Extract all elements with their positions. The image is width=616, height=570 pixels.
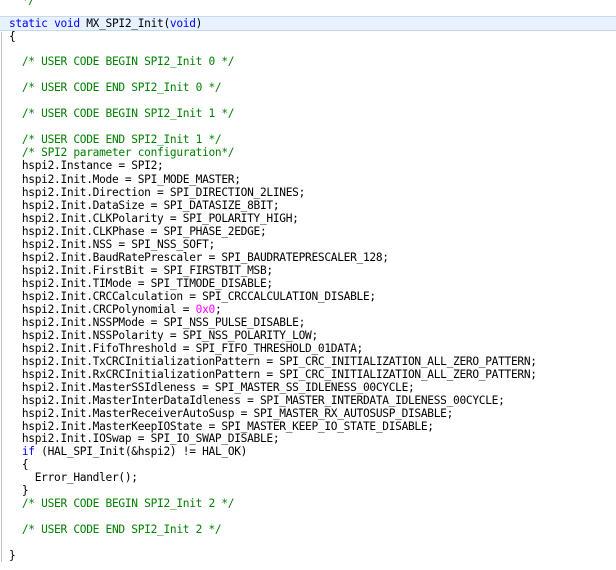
code-line[interactable]: hspi2.Init.FirstBit = SPI_FIRSTBIT_MSB; [0, 264, 616, 277]
code-line[interactable]: hspi2.Init.Direction = SPI_DIRECTION_2LI… [0, 186, 616, 199]
code-line[interactable]: hspi2.Init.FifoThreshold = SPI_FIFO_THRE… [0, 342, 616, 355]
code-line[interactable]: hspi2.Init.DataSize = SPI_DATASIZE_8BIT; [0, 199, 616, 212]
number-token: 0x0 [195, 303, 216, 316]
code-token: hspi2.Init.MasterSSIdleness = SPI_MASTER… [9, 381, 415, 394]
code-token: } [9, 484, 29, 497]
code-line[interactable]: hspi2.Init.NSS = SPI_NSS_SOFT; [0, 238, 616, 251]
code-line[interactable]: hspi2.Init.CLKPhase = SPI_PHASE_2EDGE; [0, 225, 616, 238]
code-line[interactable]: hspi2.Init.CRCCalculation = SPI_CRCCALCU… [0, 290, 616, 303]
code-line[interactable]: hspi2.Init.TIMode = SPI_TIMODE_DISABLE; [0, 277, 616, 290]
code-line[interactable]: */ [0, 0, 616, 7]
code-line[interactable]: hspi2.Init.CRCPolynomial = 0x0; [0, 303, 616, 316]
code-token: hspi2.Init.NSS = SPI_NSS_SOFT; [9, 238, 215, 251]
code-line[interactable]: hspi2.Instance = SPI2; [0, 159, 616, 172]
keyword-token: static [9, 17, 48, 30]
keyword-token: if [21, 445, 35, 458]
code-token: ) [195, 17, 203, 30]
fold-guide [1, 32, 3, 562]
code-token: hspi2.Init.TIMode = SPI_TIMODE_DISABLE; [9, 277, 273, 290]
code-line[interactable]: static void MX_SPI2_Init(void) [0, 16, 616, 31]
code-line[interactable]: hspi2.Init.RxCRCInitializationPattern = … [0, 368, 616, 381]
comment-token: */ [9, 0, 35, 7]
code-token: hspi2.Init.NSSPMode = SPI_NSS_PULSE_DISA… [9, 316, 306, 329]
comment-token: /* SPI2 parameter configuration*/ [9, 146, 235, 159]
code-line[interactable]: /* USER CODE BEGIN SPI2_Init 1 */ [0, 107, 616, 120]
code-line[interactable]: hspi2.Init.TxCRCInitializationPattern = … [0, 355, 616, 368]
code-line[interactable]: hspi2.Init.NSSPolarity = SPI_NSS_POLARIT… [0, 329, 616, 342]
code-line[interactable]: hspi2.Init.MasterSSIdleness = SPI_MASTER… [0, 381, 616, 394]
code-token: (HAL_SPI_Init(&hspi2) != HAL_OK) [34, 445, 248, 458]
code-line[interactable]: hspi2.Init.MasterReceiverAutoSusp = SPI_… [0, 407, 616, 420]
code-line[interactable]: hspi2.Init.CLKPolarity = SPI_POLARITY_HI… [0, 212, 616, 225]
code-token: hspi2.Init.MasterReceiverAutoSusp = SPI_… [9, 407, 454, 420]
code-token: { [9, 458, 29, 471]
code-token: Error_Handler(); [9, 471, 138, 484]
code-line[interactable]: Error_Handler(); [0, 471, 616, 484]
code-line[interactable]: hspi2.Init.NSSPMode = SPI_NSS_PULSE_DISA… [0, 316, 616, 329]
code-line[interactable]: /* SPI2 parameter configuration*/ [0, 146, 616, 159]
code-line[interactable]: { [0, 458, 616, 471]
code-token: hspi2.Init.MasterInterDataIdleness = SPI… [9, 394, 505, 407]
code-line[interactable]: /* USER CODE END SPI2_Init 0 */ [0, 81, 616, 94]
code-line[interactable]: hspi2.Init.Mode = SPI_MODE_MASTER; [0, 173, 616, 186]
code-line[interactable]: hspi2.Init.MasterInterDataIdleness = SPI… [0, 394, 616, 407]
code-token: hspi2.Instance = SPI2; [9, 159, 164, 172]
code-line[interactable]: hspi2.Init.IOSwap = SPI_IO_SWAP_DISABLE; [0, 432, 616, 445]
code-token: hspi2.Init.IOSwap = SPI_IO_SWAP_DISABLE; [9, 432, 280, 445]
comment-token: /* USER CODE BEGIN SPI2_Init 1 */ [9, 107, 235, 120]
code-token: hspi2.Init.NSSPolarity = SPI_NSS_POLARIT… [9, 329, 318, 342]
code-token: ; [214, 303, 222, 316]
code-token: hspi2.Init.BaudRatePrescaler = SPI_BAUDR… [9, 251, 389, 264]
code-line[interactable]: /* USER CODE BEGIN SPI2_Init 2 */ [0, 497, 616, 510]
code-token: hspi2.Init.DataSize = SPI_DATASIZE_8BIT; [9, 199, 280, 212]
comment-token: /* USER CODE END SPI2_Init 1 */ [9, 133, 222, 146]
code-line[interactable]: if (HAL_SPI_Init(&hspi2) != HAL_OK) [0, 445, 616, 458]
comment-token: /* USER CODE BEGIN SPI2_Init 2 */ [9, 497, 235, 510]
code-token: MX_SPI2_Init( [79, 17, 170, 30]
code-token: hspi2.Init.CLKPhase = SPI_PHASE_2EDGE; [9, 225, 267, 238]
keyword-token: void [169, 17, 196, 30]
code-token: hspi2.Init.CRCCalculation = SPI_CRCCALCU… [9, 290, 376, 303]
code-line[interactable]: } [0, 484, 616, 497]
code-line[interactable]: } [0, 549, 616, 562]
code-token: } [9, 549, 16, 562]
code-line[interactable]: /* USER CODE END SPI2_Init 1 */ [0, 133, 616, 146]
code-token: hspi2.Init.Direction = SPI_DIRECTION_2LI… [9, 186, 306, 199]
comment-token: /* USER CODE END SPI2_Init 0 */ [9, 81, 222, 94]
code-token: hspi2.Init.FirstBit = SPI_FIRSTBIT_MSB; [9, 264, 273, 277]
code-token: hspi2.Init.TxCRCInitializationPattern = … [9, 355, 537, 368]
code-line[interactable]: /* USER CODE BEGIN SPI2_Init 0 */ [0, 55, 616, 68]
code-line[interactable] [0, 40, 616, 53]
code-token: hspi2.Init.FifoThreshold = SPI_FIFO_THRE… [9, 342, 363, 355]
comment-token: /* USER CODE BEGIN SPI2_Init 0 */ [9, 55, 235, 68]
code-line[interactable]: /* USER CODE END SPI2_Init 2 */ [0, 523, 616, 536]
code-token: hspi2.Init.CLKPolarity = SPI_POLARITY_HI… [9, 212, 299, 225]
code-token: hspi2.Init.CRCPolynomial = [9, 303, 196, 316]
code-line[interactable]: hspi2.Init.BaudRatePrescaler = SPI_BAUDR… [0, 251, 616, 264]
code-token: hspi2.Init.RxCRCInitializationPattern = … [9, 368, 537, 381]
code-editor[interactable]: */ static void MX_SPI2_Init(void) { /* USE… [0, 0, 616, 570]
comment-token: /* USER CODE END SPI2_Init 2 */ [9, 523, 222, 536]
keyword-token: void [54, 17, 80, 30]
code-token: hspi2.Init.Mode = SPI_MODE_MASTER; [9, 173, 241, 186]
